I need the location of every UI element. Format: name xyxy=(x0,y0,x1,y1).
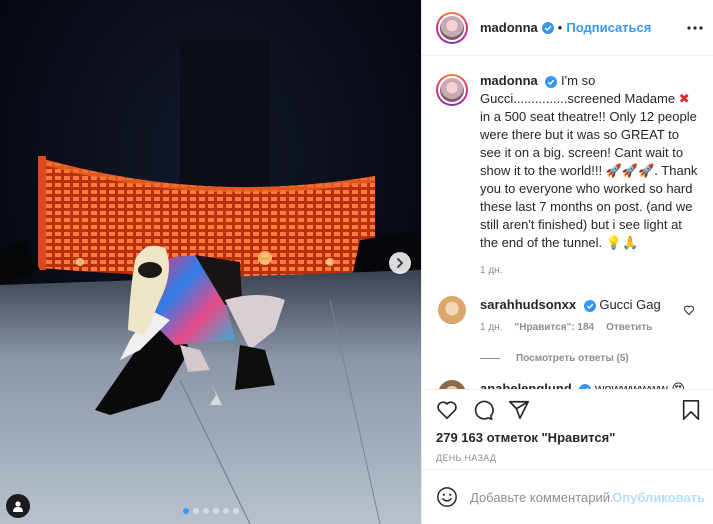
carousel-next-button[interactable] xyxy=(389,252,411,274)
comment-item: sarahhudsonxx Gucci Gag 1 дн. "Нравится"… xyxy=(436,296,699,333)
comment-item: anabelenglund wowwwwww 😍 xyxy=(436,380,699,389)
caption-end-emojis: 💡🙏 xyxy=(605,235,639,250)
carousel-dot xyxy=(182,508,189,514)
more-options-button[interactable] xyxy=(687,25,703,30)
bookmark-icon xyxy=(682,399,700,420)
follow-button[interactable]: Подписаться xyxy=(566,20,651,35)
avatar[interactable] xyxy=(438,380,466,389)
post-side-panel: madonna • Подписаться madonna I'm so Guc… xyxy=(421,0,713,524)
post-header: madonna • Подписаться xyxy=(422,0,713,56)
comment-time[interactable]: 1 дн. xyxy=(480,322,502,333)
verified-badge-icon xyxy=(545,75,558,88)
comment-like-button[interactable] xyxy=(683,388,695,389)
comment-username[interactable]: sarahhudsonxx xyxy=(480,297,576,312)
verified-badge-icon xyxy=(583,299,596,312)
carousel-dot xyxy=(212,508,219,514)
caption-body: madonna I'm so Gucci...............scree… xyxy=(480,72,699,280)
emoji-icon xyxy=(437,487,457,507)
add-comment-bar: Опубликовать xyxy=(422,469,713,524)
rocket-emojis: 🚀🚀🚀 xyxy=(605,163,655,178)
publish-button[interactable]: Опубликовать xyxy=(612,490,705,505)
emoji-button[interactable] xyxy=(436,486,458,508)
view-replies-button[interactable]: Посмотреть ответы (5) xyxy=(480,353,699,364)
comment-text: Gucci Gag xyxy=(599,297,661,312)
avatar[interactable] xyxy=(438,296,466,324)
likes-count[interactable]: 279 163 отметок "Нравится" xyxy=(422,429,713,447)
comment-likes[interactable]: "Нравится": 184 xyxy=(514,322,594,333)
post-photo xyxy=(0,0,421,524)
avatar[interactable] xyxy=(436,74,468,106)
post-actions xyxy=(422,389,713,429)
verified-badge-icon xyxy=(541,21,554,34)
comment-input[interactable] xyxy=(470,489,613,505)
more-options-icon xyxy=(687,25,703,30)
comment-icon xyxy=(474,400,494,420)
caption: madonna I'm so Gucci...............scree… xyxy=(436,72,699,280)
share-button[interactable] xyxy=(508,399,530,421)
comment-like-button[interactable] xyxy=(683,304,695,319)
post-date[interactable]: ДЕНЬ НАЗАД xyxy=(422,447,713,469)
like-button[interactable] xyxy=(436,399,458,421)
author-username[interactable]: madonna xyxy=(480,20,538,35)
reply-button[interactable]: Ответить xyxy=(606,322,652,333)
caption-time[interactable]: 1 дн. xyxy=(480,262,699,280)
post-modal: madonna • Подписаться madonna I'm so Guc… xyxy=(0,0,713,524)
tagged-users-button[interactable] xyxy=(6,494,30,518)
comment-button[interactable] xyxy=(472,399,494,421)
heart-icon xyxy=(683,388,695,389)
comment-username[interactable]: anabelenglund xyxy=(480,381,572,389)
separator: • xyxy=(557,20,563,35)
view-replies-label: Посмотреть ответы (5) xyxy=(516,353,629,364)
carousel-dot xyxy=(192,508,199,514)
heart-icon xyxy=(683,305,695,316)
caption-username[interactable]: madonna xyxy=(480,73,538,88)
x-emoji: ✖ xyxy=(678,91,690,106)
comment-text: wowwwwww 😍 xyxy=(594,381,686,389)
carousel-indicator xyxy=(0,508,421,514)
comments-list[interactable]: madonna I'm so Gucci...............scree… xyxy=(422,56,713,389)
verified-badge-icon xyxy=(579,383,592,389)
share-icon xyxy=(509,400,529,419)
heart-icon xyxy=(437,400,457,419)
carousel-dot xyxy=(222,508,229,514)
carousel-dot xyxy=(202,508,209,514)
avatar[interactable] xyxy=(436,11,468,44)
post-media[interactable] xyxy=(0,0,421,524)
chevron-right-icon xyxy=(397,258,404,268)
save-button[interactable] xyxy=(681,399,701,421)
carousel-dot xyxy=(232,508,239,514)
